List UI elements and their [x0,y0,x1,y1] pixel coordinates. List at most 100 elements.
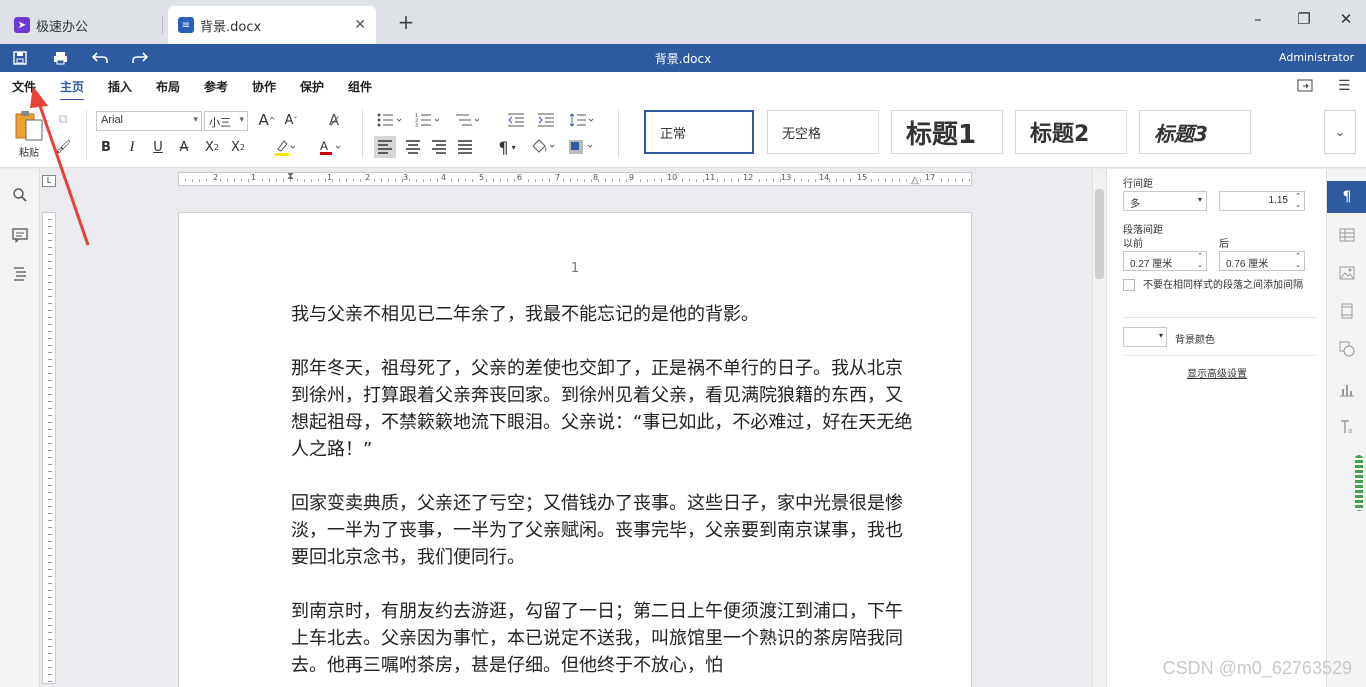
comment-icon[interactable] [10,227,30,247]
paste-icon[interactable] [12,110,46,142]
subscript-icon[interactable]: X2 [228,138,248,156]
justify-icon[interactable] [454,136,476,158]
background-color-picker[interactable]: ▾ [1123,327,1167,347]
chart-settings-icon[interactable] [1337,381,1357,401]
text-art-icon[interactable]: a [1337,419,1357,439]
no-space-same-style-checkbox[interactable] [1123,279,1135,291]
line-spacing-value: 1.15 [1268,195,1288,206]
menu-references[interactable]: 参考 [204,78,228,95]
font-name-select[interactable]: Arial ▾ [96,111,202,131]
style-normal[interactable]: 正常 [644,110,754,154]
document-body[interactable]: 我与父亲不相见已二年余了，我最不能忘记的是他的背影。 那年冬天，祖母死了，父亲的… [291,301,913,687]
menu-insert[interactable]: 插入 [108,78,132,95]
menu-protect[interactable]: 保护 [300,78,324,95]
vertical-scrollbar[interactable] [1092,169,1106,687]
paragraph[interactable]: 到南京时，有朋友约去游逛，勾留了一日；第二日上午便须渡江到浦口，下午上车北去。父… [291,598,913,679]
table-settings-icon[interactable] [1337,227,1357,247]
watermark: CSDN @m0_62763529 [1162,658,1352,678]
decrease-font-icon[interactable]: Aˇ [282,110,300,130]
paragraph-marks-icon[interactable]: ¶ ▾ [492,136,522,158]
align-right-icon[interactable] [428,136,450,158]
shape-settings-icon[interactable] [1337,341,1357,361]
spinner-icon[interactable]: ⌃ ⌄ [1295,252,1301,270]
right-indent-marker[interactable]: △ [911,175,919,186]
spacing-after-label: 后 [1219,239,1229,250]
header-footer-icon[interactable] [1337,303,1357,323]
format-painter-icon[interactable]: 🖌 [54,138,72,156]
paragraph[interactable]: 那年冬天，祖母死了，父亲的差使也交卸了，正是祸不单行的日子。我从北京到徐州，打算… [291,355,913,463]
increase-font-icon[interactable]: A ^ [258,110,276,130]
ruler-number: 5 [479,173,485,182]
numbered-list-icon[interactable]: 123 [414,110,442,130]
strikethrough-icon[interactable]: A [176,138,192,156]
spacing-before-input[interactable]: 0.27 厘米 ⌃ ⌄ [1123,251,1207,271]
clear-format-icon[interactable]: A̷ [324,110,344,130]
ruler-number: 9 [629,173,635,182]
navigation-icon[interactable] [10,265,30,285]
paragraph[interactable]: 回家变卖典质，父亲还了亏空；又借钱办了丧事。这些日子，家中光景很是惨淡，一半为了… [291,490,913,571]
tab-document-label: 背景.docx [200,19,262,35]
spacing-after-input[interactable]: 0.76 厘米 ⌃ ⌄ [1219,251,1305,271]
restore-button[interactable]: ❐ [1292,10,1316,28]
italic-icon[interactable]: I [124,138,140,156]
spinner-icon[interactable]: ⌃ ⌄ [1295,192,1301,210]
menu-file[interactable]: 文件 [12,78,36,95]
line-spacing-value-input[interactable]: 1.15 ⌃ ⌄ [1219,191,1305,211]
window-close-button[interactable]: ✕ [1334,10,1358,28]
horizontal-ruler[interactable]: 2 1 1 2 3 4 5 6 7 8 9 10 11 12 13 14 15 … [178,171,972,186]
align-center-icon[interactable] [402,136,424,158]
new-tab-button[interactable]: + [394,10,418,34]
menu-bar: 文件 主页 插入 布局 参考 协作 保护 组件 ☰ [0,72,1366,101]
style-no-spacing[interactable]: 无空格 [767,110,879,154]
first-line-indent-marker[interactable]: ⧗ [287,171,294,182]
underline-icon[interactable]: U [150,138,166,156]
document-page[interactable]: 1 我与父亲不相见已二年余了，我最不能忘记的是他的背影。 那年冬天，祖母死了，父… [178,212,972,687]
highlight-color-icon[interactable] [272,138,296,156]
scrollbar-thumb[interactable] [1095,189,1104,279]
superscript-icon[interactable]: X2 [202,138,222,156]
menu-home[interactable]: 主页 [60,78,85,101]
bold-icon[interactable]: B [98,138,114,156]
ruler-number: 1 [251,173,257,182]
font-size-select[interactable]: 小三 ▾ [204,111,248,131]
svg-text:a: a [1348,427,1352,435]
show-advanced-settings-link[interactable]: 显示高级设置 [1107,365,1327,380]
tab-document[interactable]: ≡ 背景.docx ✕ [168,6,376,44]
shading-icon[interactable] [528,136,558,158]
style-no-spacing-label: 无空格 [782,126,822,142]
menu-collaborate[interactable]: 协作 [252,78,276,95]
line-spacing-icon[interactable] [568,110,596,130]
style-heading-2[interactable]: 标题2 [1015,110,1127,154]
multilevel-list-icon[interactable] [454,110,482,130]
paragraph[interactable]: 我与父亲不相见已二年余了，我最不能忘记的是他的背影。 [291,301,913,328]
tab-app-home[interactable]: ➤ 极速办公 [4,6,160,44]
paragraph-settings-icon[interactable]: ¶ [1327,181,1366,213]
style-heading-3[interactable]: 标题3 [1139,110,1251,154]
menu-layout[interactable]: 布局 [156,78,180,95]
ruler-number: 8 [593,173,599,182]
tab-stop-selector[interactable]: L [42,175,56,187]
font-color-icon[interactable]: A [318,138,342,156]
align-left-icon[interactable] [374,136,396,158]
minimize-button[interactable]: – [1246,10,1270,28]
menu-components[interactable]: 组件 [348,78,372,95]
search-icon[interactable] [10,187,30,207]
copy-icon[interactable]: ⧉ [54,110,72,128]
spinner-icon[interactable]: ⌃ ⌄ [1197,252,1203,270]
increase-indent-icon[interactable] [536,110,556,130]
style-heading-1-label: 标题1 [906,119,977,150]
close-tab-icon[interactable]: ✕ [354,17,366,33]
borders-icon[interactable] [566,136,596,158]
no-space-same-style-label: 不要在相同样式的段落之间添加间隔 [1143,280,1303,291]
open-location-icon[interactable] [1297,78,1313,96]
window-title: 背景.docx [654,52,712,66]
vertical-ruler[interactable] [42,212,56,684]
bullet-list-icon[interactable] [376,110,404,130]
style-heading-1[interactable]: 标题1 [891,110,1003,154]
decrease-indent-icon[interactable] [506,110,526,130]
line-spacing-mode-select[interactable]: 多 ▾ [1123,191,1207,211]
hamburger-menu-icon[interactable]: ☰ [1338,78,1351,94]
styles-expand-button[interactable]: ⌄ [1324,110,1356,154]
user-name[interactable]: Administrator [1279,51,1354,64]
image-settings-icon[interactable] [1337,265,1357,285]
